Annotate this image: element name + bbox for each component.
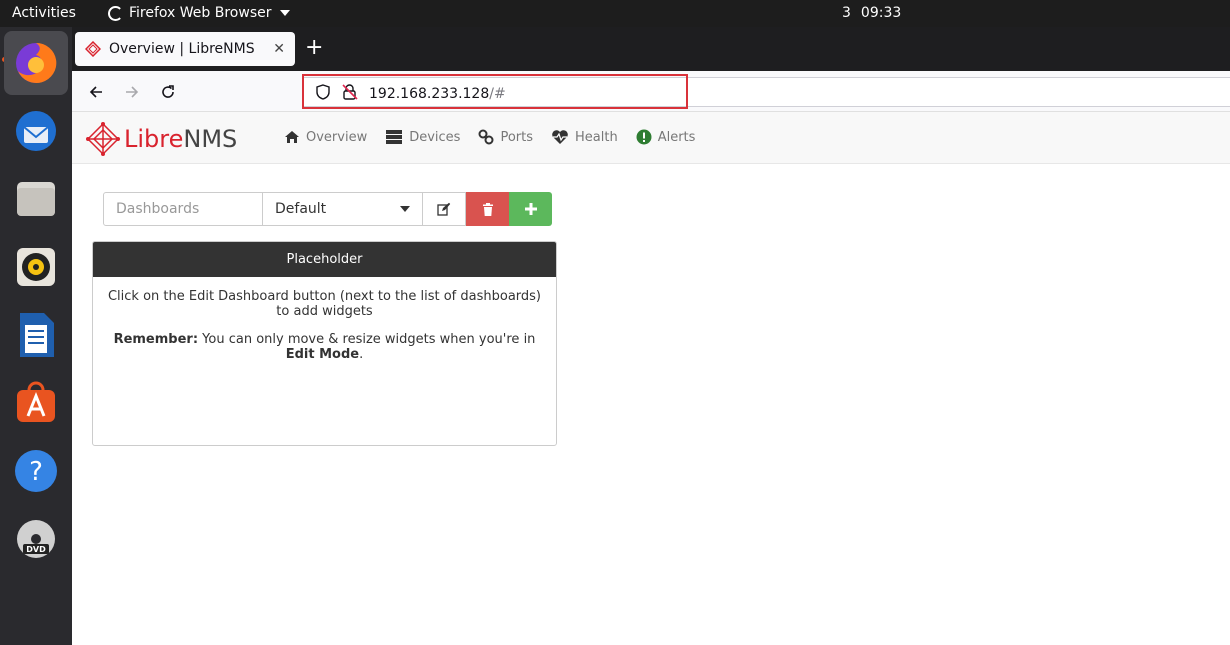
reload-button[interactable] xyxy=(155,79,181,105)
menu-alerts[interactable]: Alerts xyxy=(636,129,695,145)
reload-icon xyxy=(162,85,174,98)
dock-files[interactable] xyxy=(4,167,68,231)
heartbeat-icon xyxy=(552,130,568,144)
librenms-logo-icon xyxy=(86,122,120,156)
edit-icon xyxy=(437,202,451,216)
navigation-bar: 192.168.233.128/# xyxy=(72,71,1230,112)
clock-prefix: 3 xyxy=(842,5,851,21)
ubuntu-dock: ? DVD xyxy=(0,27,72,645)
back-button[interactable] xyxy=(83,79,109,105)
url-highlight-box xyxy=(302,74,688,109)
dock-rhythmbox[interactable] xyxy=(4,235,68,299)
forward-button[interactable] xyxy=(119,79,145,105)
trash-icon xyxy=(482,202,493,216)
clock[interactable]: 3 09:33 xyxy=(842,5,901,21)
dock-app-center[interactable] xyxy=(4,371,68,435)
gnome-top-bar: Activities Firefox Web Browser 3 09:33 xyxy=(0,0,1230,27)
dock-dvd[interactable]: DVD xyxy=(4,507,68,571)
clock-time: 09:33 xyxy=(860,5,902,21)
dock-firefox[interactable] xyxy=(4,31,68,95)
main-menu: Overview Devices Ports Health Alerts xyxy=(284,129,695,145)
firefox-icon xyxy=(16,42,57,83)
librenms-navbar: LibreNMS Overview Devices Ports Health A… xyxy=(72,112,1230,164)
widget-remember: Remember: You can only move & resize wid… xyxy=(113,332,536,362)
dashboards-label: Dashboards xyxy=(103,192,263,226)
brand-text: LibreNMS xyxy=(124,125,238,153)
tab-overview[interactable]: Overview | LibreNMS ✕ xyxy=(75,32,295,66)
dock-thunderbird[interactable] xyxy=(4,99,68,163)
rhythmbox-icon xyxy=(17,248,55,286)
tab-title: Overview | LibreNMS xyxy=(109,41,255,57)
menu-ports[interactable]: Ports xyxy=(478,129,533,145)
arrow-right-icon xyxy=(126,86,139,98)
placeholder-widget: Placeholder Click on the Edit Dashboard … xyxy=(92,241,557,446)
home-icon xyxy=(285,131,299,143)
caret-down-icon xyxy=(400,206,410,212)
server-icon xyxy=(386,130,403,144)
dashboard-controls: Dashboards Default xyxy=(103,192,552,226)
dock-writer[interactable] xyxy=(4,303,68,367)
menu-devices[interactable]: Devices xyxy=(385,129,460,145)
app-menu-label: Firefox Web Browser xyxy=(129,5,272,21)
dashboard-select[interactable]: Default xyxy=(263,192,423,226)
new-tab-button[interactable]: + xyxy=(305,37,323,59)
svg-text:?: ? xyxy=(29,457,43,487)
add-dashboard-button[interactable] xyxy=(509,192,552,226)
page-content: LibreNMS Overview Devices Ports Health A… xyxy=(72,112,1230,645)
dock-help[interactable]: ? xyxy=(4,439,68,503)
svg-text:DVD: DVD xyxy=(26,545,46,554)
plus-icon xyxy=(524,203,537,215)
link-icon xyxy=(478,129,494,145)
menu-health[interactable]: Health xyxy=(551,129,618,145)
close-icon[interactable]: ✕ xyxy=(273,41,285,57)
edit-dashboard-button[interactable] xyxy=(423,192,466,226)
libreoffice-writer-icon xyxy=(20,313,54,357)
exclamation-circle-icon xyxy=(636,129,652,145)
delete-dashboard-button[interactable] xyxy=(466,192,509,226)
menu-overview[interactable]: Overview xyxy=(284,129,367,145)
dashboard-select-value: Default xyxy=(275,201,327,217)
widget-body: Click on the Edit Dashboard button (next… xyxy=(93,277,556,387)
app-menu[interactable]: Firefox Web Browser xyxy=(108,5,290,21)
activities-button[interactable]: Activities xyxy=(12,5,76,21)
thunderbird-icon xyxy=(16,111,56,151)
arrow-left-icon xyxy=(89,86,102,98)
tab-strip: Overview | LibreNMS ✕ + xyxy=(72,27,1230,71)
dvd-icon: DVD xyxy=(17,520,55,558)
files-icon xyxy=(17,182,55,216)
widget-instruction: Click on the Edit Dashboard button (next… xyxy=(107,289,542,319)
librenms-logo[interactable]: LibreNMS xyxy=(86,122,237,156)
widget-title[interactable]: Placeholder xyxy=(93,242,556,277)
firefox-small-icon xyxy=(108,5,123,21)
help-icon: ? xyxy=(15,450,57,492)
chevron-down-icon xyxy=(279,10,290,16)
librenms-favicon xyxy=(85,41,101,57)
app-center-icon xyxy=(17,381,55,422)
